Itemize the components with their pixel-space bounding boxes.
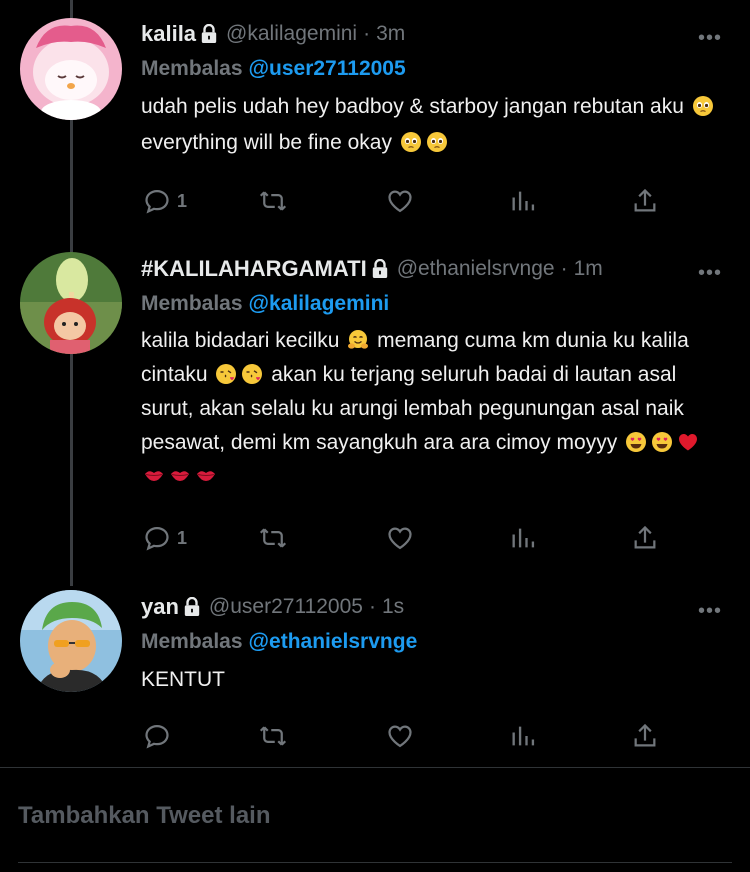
like-button[interactable] xyxy=(386,518,414,558)
analytics-button[interactable] xyxy=(509,181,537,221)
reply-button[interactable]: 1 xyxy=(143,181,187,221)
replying-to-mention[interactable]: @ethanielsrvnge xyxy=(249,630,418,654)
like-icon xyxy=(386,722,414,750)
red-heart-emoji xyxy=(677,431,699,453)
timestamp[interactable]: 3m xyxy=(376,22,405,46)
divider xyxy=(0,767,750,768)
kiss-mark-emoji xyxy=(195,465,217,487)
user-handle[interactable]: @ethanielsrvnge xyxy=(397,257,555,281)
retweet-icon xyxy=(259,722,287,750)
replying-to-mention[interactable]: @user27112005 xyxy=(249,57,406,81)
avatar[interactable] xyxy=(20,252,122,354)
heart-eyes-emoji xyxy=(651,431,673,453)
more-icon[interactable]: ••• xyxy=(698,600,722,623)
reply-icon xyxy=(143,722,171,750)
retweet-icon xyxy=(259,187,287,215)
reply-count: 1 xyxy=(177,527,188,548)
display-name[interactable]: kalila xyxy=(141,21,196,47)
share-button[interactable] xyxy=(631,181,659,221)
retweet-button[interactable] xyxy=(259,181,287,221)
reply-icon xyxy=(143,524,171,552)
user-handle[interactable]: @user27112005 xyxy=(209,595,363,619)
analytics-button[interactable] xyxy=(509,716,537,756)
avatar[interactable] xyxy=(20,590,122,692)
display-name[interactable]: yan xyxy=(141,594,179,620)
share-button[interactable] xyxy=(631,716,659,756)
pleading-face-emoji xyxy=(426,131,448,153)
kissing-face-emoji xyxy=(215,363,237,385)
analytics-icon xyxy=(509,722,537,750)
divider xyxy=(18,862,732,863)
replying-to-mention[interactable]: @kalilagemini xyxy=(249,292,390,316)
timestamp[interactable]: 1m xyxy=(574,257,603,281)
replying-label: Membalas xyxy=(141,630,243,653)
kissing-face-emoji xyxy=(241,363,263,385)
analytics-icon xyxy=(509,524,537,552)
separator-dot: · xyxy=(363,22,371,45)
like-button[interactable] xyxy=(386,716,414,756)
display-name[interactable]: #KALILAHARGAMATI xyxy=(141,256,367,282)
replying-label: Membalas xyxy=(141,292,243,315)
share-icon xyxy=(631,524,659,552)
analytics-icon xyxy=(509,187,537,215)
retweet-icon xyxy=(259,524,287,552)
avatar[interactable] xyxy=(20,18,122,120)
tweet-text: udah pelis udah hey badboy & starboy jan… xyxy=(141,89,726,161)
lock-icon xyxy=(371,259,389,279)
more-icon[interactable]: ••• xyxy=(698,262,722,285)
pleading-face-emoji xyxy=(400,131,422,153)
separator-dot: · xyxy=(368,595,376,618)
add-another-tweet-input[interactable]: Tambahkan Tweet lain xyxy=(18,802,271,830)
user-handle[interactable]: @kalilagemini xyxy=(226,22,357,46)
like-icon xyxy=(386,187,414,215)
more-icon[interactable]: ••• xyxy=(698,27,722,50)
share-icon xyxy=(631,187,659,215)
hugging-face-emoji xyxy=(347,329,369,351)
kiss-mark-emoji xyxy=(143,465,165,487)
like-button[interactable] xyxy=(386,181,414,221)
reply-button[interactable]: 1 xyxy=(143,518,187,558)
retweet-button[interactable] xyxy=(259,716,287,756)
reply-count: 1 xyxy=(177,190,188,211)
separator-dot: · xyxy=(560,257,568,280)
retweet-button[interactable] xyxy=(259,518,287,558)
tweet-text: KENTUT xyxy=(141,668,225,691)
reply-icon xyxy=(143,187,171,215)
heart-eyes-emoji xyxy=(625,431,647,453)
share-button[interactable] xyxy=(631,518,659,558)
reply-button[interactable] xyxy=(143,716,177,756)
like-icon xyxy=(386,524,414,552)
analytics-button[interactable] xyxy=(509,518,537,558)
timestamp[interactable]: 1s xyxy=(382,595,404,619)
replying-label: Membalas xyxy=(141,57,243,80)
tweet-text: kalila bidadari kecilku memang cuma km d… xyxy=(141,324,726,494)
lock-icon xyxy=(183,597,201,617)
pleading-face-emoji xyxy=(692,95,714,117)
share-icon xyxy=(631,722,659,750)
lock-icon xyxy=(200,24,218,44)
kiss-mark-emoji xyxy=(169,465,191,487)
